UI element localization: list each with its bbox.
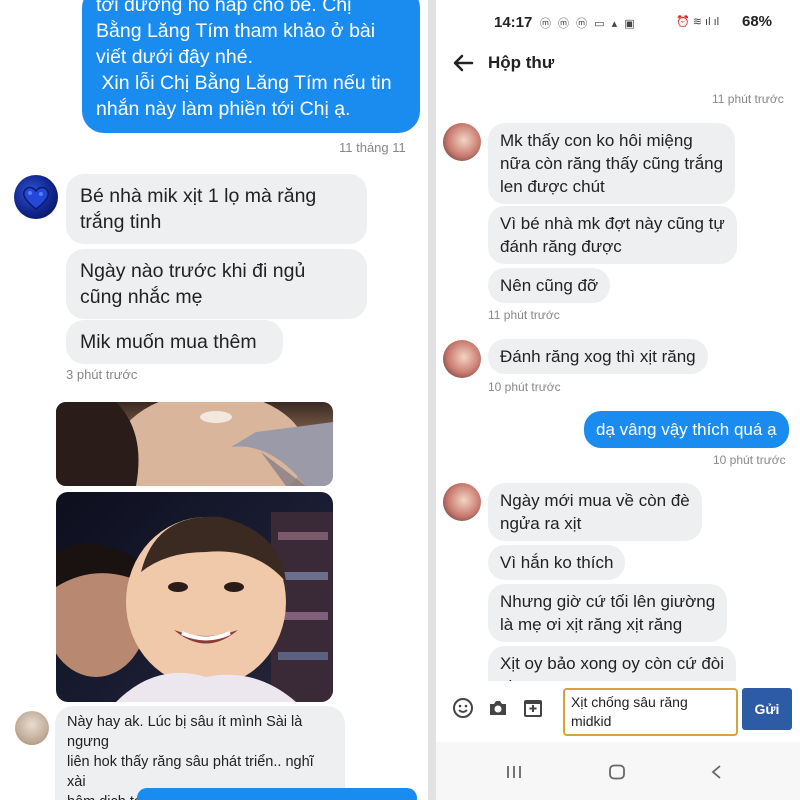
message-timestamp: 11 tháng 11 bbox=[339, 140, 406, 155]
message-timestamp: 3 phút trước bbox=[66, 367, 138, 382]
notification-icons: ⓜ ⓜ ⓜ ▭ ▴ ▣ bbox=[540, 18, 637, 30]
message-timestamp: 11 phút trước bbox=[488, 308, 560, 322]
shared-photo[interactable] bbox=[56, 402, 333, 486]
send-button[interactable]: Gửi bbox=[742, 688, 792, 730]
contact-avatar[interactable] bbox=[443, 123, 481, 161]
partial-sent-bubble bbox=[137, 788, 417, 800]
message-line: tới dưỡng hô hấp cho bé. Chị bbox=[96, 0, 352, 16]
battery-level: 68% bbox=[742, 13, 773, 30]
attach-icon[interactable] bbox=[522, 697, 544, 719]
home-icon[interactable] bbox=[607, 764, 627, 780]
signal-wifi-alarm-icons: ⏰ ≋ ıl ıl bbox=[676, 16, 720, 28]
sender-avatar[interactable] bbox=[14, 175, 58, 219]
recent-apps-icon[interactable] bbox=[504, 764, 524, 780]
message-timestamp: 11 phút trước bbox=[712, 92, 784, 106]
received-message-bubble[interactable]: Nhưng giờ cứ tối lên giường là mẹ ơi xịt… bbox=[488, 584, 728, 642]
received-message-bubble[interactable]: Mk thấy con ko hôi miệng nữa còn răng th… bbox=[488, 123, 736, 204]
camera-icon[interactable] bbox=[487, 697, 509, 719]
right-phone-panel: 14:17 ⓜ ⓜ ⓜ ▭ ▴ ▣ ⏰ ≋ ıl ıl 68% Hộp thư … bbox=[436, 0, 800, 800]
back-arrow-icon[interactable] bbox=[452, 52, 474, 74]
received-message-bubble[interactable]: Ngày mới mua về còn đè ngửa ra xịt bbox=[488, 483, 702, 541]
message-line: nhắn này làm phiền tới Chị ạ. bbox=[96, 98, 351, 120]
emoji-icon[interactable] bbox=[452, 697, 474, 719]
received-message-bubble[interactable]: Vì bé nhà mk đợt này cũng tự đánh răng đ… bbox=[488, 206, 737, 264]
message-line: Xin lỗi Chị Bằng Lăng Tím nếu tin bbox=[96, 72, 392, 94]
back-nav-icon[interactable] bbox=[707, 764, 727, 780]
page-title: Hộp thư bbox=[488, 53, 555, 72]
message-input[interactable]: Xịt chống sâu răng midkid bbox=[563, 688, 738, 736]
clock: 14:17 bbox=[494, 14, 533, 31]
left-chat-panel: tới dưỡng hô hấp cho bé. Chị Bằng Lăng T… bbox=[0, 0, 428, 800]
contact-avatar[interactable] bbox=[443, 483, 481, 521]
commenter-avatar[interactable] bbox=[15, 711, 49, 745]
heart-icon bbox=[23, 186, 49, 210]
message-composer: Xịt chống sâu răng midkid Gửi bbox=[436, 681, 800, 739]
message-timestamp: 10 phút trước bbox=[713, 453, 786, 467]
contact-avatar[interactable] bbox=[443, 340, 481, 378]
received-message-bubble[interactable]: Mik muốn mua thêm bbox=[66, 320, 283, 364]
received-message-bubble[interactable]: Bé nhà mik xịt 1 lọ mà răng trắng tinh bbox=[66, 174, 367, 244]
message-timestamp: 10 phút trước bbox=[488, 380, 561, 394]
shared-photo[interactable] bbox=[56, 492, 333, 702]
message-line: viết dưới đây nhé. bbox=[96, 46, 254, 68]
received-message-bubble[interactable]: Vì hắn ko thích bbox=[488, 545, 626, 580]
panel-divider bbox=[428, 0, 436, 800]
system-navigation-bar bbox=[436, 742, 800, 800]
sent-message-bubble[interactable]: dạ vâng vậy thích quá ạ bbox=[584, 411, 789, 448]
status-bar: 14:17 ⓜ ⓜ ⓜ ▭ ▴ ▣ ⏰ ≋ ıl ıl 68% bbox=[436, 10, 800, 36]
received-message-bubble[interactable]: Nên cũng đỡ bbox=[488, 268, 611, 303]
app-bar: Hộp thư bbox=[436, 42, 800, 86]
message-line: Bằng Lăng Tím tham khảo ở bài bbox=[96, 20, 376, 42]
received-message-bubble[interactable]: Ngày nào trước khi đi ngủ cũng nhắc mẹ bbox=[66, 249, 367, 319]
sent-message-bubble[interactable]: tới dưỡng hô hấp cho bé. Chị Bằng Lăng T… bbox=[82, 0, 420, 133]
received-message-bubble[interactable]: Đánh răng xog thì xịt răng bbox=[488, 339, 708, 374]
comment-bubble[interactable]: Này hay ak. Lúc bị sâu ít mình Sài là ng… bbox=[55, 706, 345, 800]
